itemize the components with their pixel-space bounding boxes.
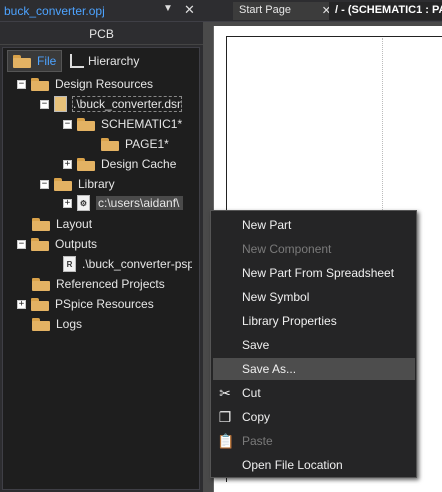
tree-item-library-file[interactable]: + ⚙ c:\users\aidanf\ bbox=[63, 194, 183, 212]
menu-item-new-symbol[interactable]: New Symbol bbox=[213, 286, 415, 308]
tree-item-library[interactable]: − Library bbox=[40, 175, 115, 193]
panel-menu-icon[interactable]: ▼ bbox=[163, 3, 173, 14]
hierarchy-icon bbox=[70, 54, 84, 68]
tree-item-label: Referenced Projects bbox=[56, 277, 165, 291]
expand-icon[interactable]: + bbox=[17, 299, 26, 309]
menu-item-label: New Symbol bbox=[242, 290, 310, 304]
project-tree: File Hierarchy − Design Resources − .\bu… bbox=[2, 47, 200, 490]
collapse-icon[interactable]: − bbox=[17, 239, 26, 249]
menu-item-label: New Part From Spreadsheet bbox=[242, 266, 395, 280]
tree-item-label: PSpice Resources bbox=[55, 297, 154, 311]
tree-item-label: .\buck_converter.dsn bbox=[72, 96, 182, 112]
scissors-icon: ✂ bbox=[219, 385, 231, 401]
menu-item-new-part[interactable]: New Part bbox=[213, 214, 415, 236]
tree-item-label: Layout bbox=[56, 217, 93, 231]
copy-icon: ❐ bbox=[218, 409, 232, 425]
tab-file[interactable]: File bbox=[7, 50, 63, 72]
tree-item-layout[interactable]: Layout bbox=[32, 215, 92, 233]
tree-item-label: .\buck_converter-psp bbox=[82, 257, 192, 271]
menu-item-cut[interactable]: ✂ Cut bbox=[213, 382, 415, 404]
tree-item-label: Outputs bbox=[55, 237, 98, 251]
project-file-title: buck_converter.opj bbox=[4, 4, 105, 18]
panel-subtitle: PCB bbox=[0, 23, 203, 45]
folder-open-icon bbox=[54, 177, 72, 191]
menu-item-label: New Component bbox=[242, 242, 332, 256]
paste-icon: 📋 bbox=[217, 433, 235, 449]
menu-item-label: Open File Location bbox=[242, 458, 343, 472]
tab-schematic-page[interactable]: / - (SCHEMATIC1 : PA bbox=[329, 2, 442, 20]
tab-hierarchy-label: Hierarchy bbox=[88, 54, 140, 68]
tree-item-label: c:\users\aidanf\ bbox=[96, 196, 183, 210]
tree-tabs: File Hierarchy bbox=[3, 48, 199, 74]
schematic-folder-icon bbox=[77, 117, 95, 131]
tree-item-label: SCHEMATIC1* bbox=[101, 117, 183, 131]
menu-item-save[interactable]: Save bbox=[213, 334, 415, 356]
menu-item-label: Cut bbox=[242, 386, 261, 400]
folder-icon bbox=[32, 277, 50, 291]
menu-item-copy[interactable]: ❐ Copy bbox=[213, 406, 415, 428]
tree-item-label: Design Cache bbox=[101, 157, 177, 171]
tree-item-label: Library bbox=[78, 177, 115, 191]
folder-icon bbox=[31, 297, 49, 311]
tree-item-outputs[interactable]: − Outputs bbox=[17, 235, 97, 253]
editor-tab-bar: Start Page ✕ / - (SCHEMATIC1 : PA bbox=[203, 0, 442, 22]
tree-item-page[interactable]: PAGE1* bbox=[101, 135, 169, 153]
folder-icon bbox=[32, 217, 50, 231]
tree-item-schematic[interactable]: − SCHEMATIC1* bbox=[63, 115, 182, 133]
menu-item-label: Save bbox=[242, 338, 270, 352]
panel-close-icon[interactable]: ✕ bbox=[184, 2, 195, 18]
tree-item-label: PAGE1* bbox=[125, 137, 169, 151]
menu-item-new-part-from-spreadsheet[interactable]: New Part From Spreadsheet bbox=[213, 262, 415, 284]
menu-item-library-properties[interactable]: Library Properties bbox=[213, 310, 415, 332]
report-file-icon: R bbox=[63, 256, 76, 272]
menu-item-new-component[interactable]: New Component bbox=[213, 238, 415, 260]
menu-item-label: Library Properties bbox=[242, 314, 337, 328]
folder-icon bbox=[32, 317, 50, 331]
tab-start-page[interactable]: Start Page ✕ bbox=[233, 2, 335, 20]
design-file-icon bbox=[54, 96, 67, 112]
panel-title-bar: buck_converter.opj ▼ ✕ bbox=[0, 0, 203, 22]
expand-icon[interactable]: + bbox=[63, 198, 72, 208]
collapse-icon[interactable]: − bbox=[63, 119, 72, 129]
project-panel: buck_converter.opj ▼ ✕ PCB File Hierarch… bbox=[0, 0, 203, 492]
tree-item-logs[interactable]: Logs bbox=[32, 315, 82, 333]
tree-item-label: Logs bbox=[56, 317, 83, 331]
tree-item-referenced-projects[interactable]: Referenced Projects bbox=[32, 275, 165, 293]
menu-item-label: Save As... bbox=[242, 362, 297, 376]
menu-item-open-file-location[interactable]: Open File Location bbox=[213, 454, 415, 476]
collapse-icon[interactable]: − bbox=[40, 99, 49, 109]
menu-item-label: Paste bbox=[242, 434, 273, 448]
library-file-icon: ⚙ bbox=[77, 195, 90, 211]
tree-item-output-file[interactable]: R .\buck_converter-psp bbox=[63, 255, 192, 273]
tab-hierarchy[interactable]: Hierarchy bbox=[65, 50, 144, 72]
menu-item-save-as[interactable]: Save As... bbox=[213, 358, 415, 380]
folder-icon bbox=[13, 54, 31, 68]
tab-label: / - (SCHEMATIC1 : PA bbox=[335, 4, 442, 16]
context-menu: New Part New Component New Part From Spr… bbox=[210, 210, 417, 478]
tree-item-dsn-file[interactable]: − .\buck_converter.dsn bbox=[40, 95, 182, 113]
menu-item-label: Copy bbox=[242, 410, 271, 424]
collapse-icon[interactable]: − bbox=[17, 79, 26, 89]
tree-item-design-resources[interactable]: − Design Resources bbox=[17, 75, 153, 93]
page-icon bbox=[101, 137, 119, 151]
menu-item-paste[interactable]: 📋 Paste bbox=[213, 430, 415, 452]
tree-item-design-cache[interactable]: + Design Cache bbox=[63, 155, 176, 173]
expand-icon[interactable]: + bbox=[63, 159, 72, 169]
tab-label: Start Page bbox=[239, 4, 291, 16]
tab-file-label: File bbox=[37, 54, 57, 68]
tree-item-label: Design Resources bbox=[55, 77, 154, 91]
tree-item-pspice-resources[interactable]: + PSpice Resources bbox=[17, 295, 154, 313]
collapse-icon[interactable]: − bbox=[40, 179, 49, 189]
menu-item-label: New Part bbox=[242, 218, 292, 232]
folder-open-icon bbox=[31, 77, 49, 91]
folder-open-icon bbox=[31, 237, 49, 251]
folder-icon bbox=[77, 157, 95, 171]
